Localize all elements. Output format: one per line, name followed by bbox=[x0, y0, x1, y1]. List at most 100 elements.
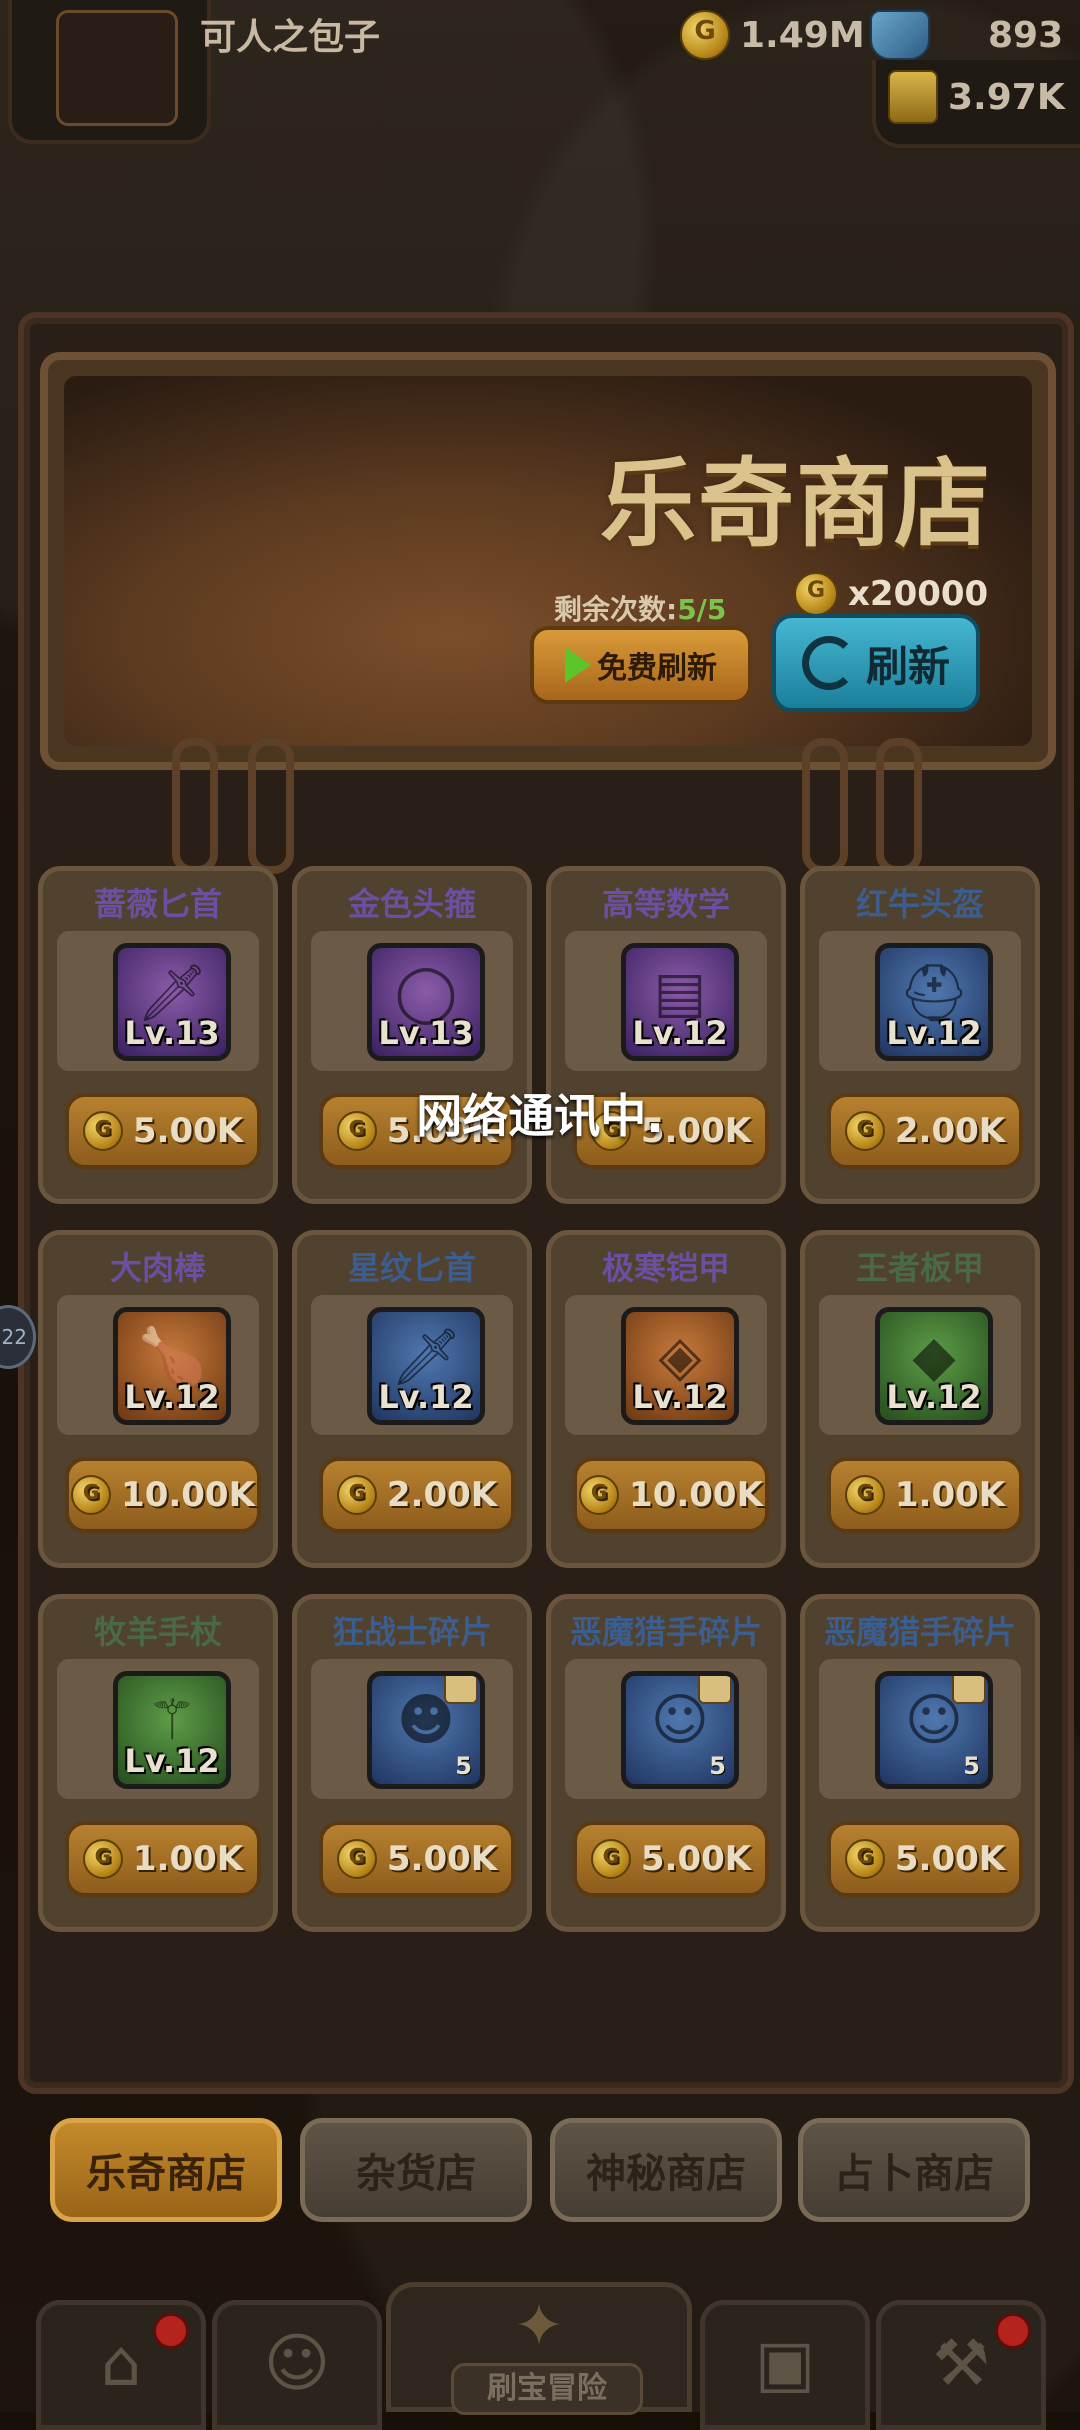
item-price: 5.00K bbox=[894, 1839, 1006, 1879]
item-name: 狂战士碎片 bbox=[331, 1613, 492, 1651]
tab-divination-shop[interactable]: 占卜商店 bbox=[798, 2118, 1030, 2222]
item-card[interactable]: 极寒铠甲 ◈ Lv.12 10.00K bbox=[546, 1230, 786, 1568]
item-slot: ⛑ Lv.12 bbox=[819, 931, 1021, 1071]
item-slot: 🗡 Lv.12 bbox=[311, 1295, 513, 1435]
demon-hunter-shard-icon[interactable]: ☺ 5 bbox=[621, 1671, 739, 1789]
item-price: 1.00K bbox=[894, 1475, 1006, 1515]
refresh-icon bbox=[801, 636, 856, 690]
buy-button[interactable]: 5.00K bbox=[573, 1821, 769, 1897]
chest-icon: ▣ bbox=[754, 2327, 816, 2401]
avatar-frame[interactable] bbox=[8, 0, 211, 144]
item-name: 红牛头盔 bbox=[855, 885, 984, 923]
item-card[interactable]: 高等数学 ▤ Lv.12 5.00K bbox=[546, 866, 786, 1204]
shard-count: 5 bbox=[963, 1752, 980, 1780]
item-card[interactable]: 大肉棒 🍗 Lv.12 10.00K bbox=[38, 1230, 278, 1568]
binder-ring bbox=[172, 738, 218, 874]
berserker-shard-icon[interactable]: ☻ 5 bbox=[367, 1671, 485, 1789]
circlet-icon[interactable]: ◯ Lv.13 bbox=[367, 943, 485, 1061]
item-name: 金色头箍 bbox=[347, 885, 476, 923]
network-toast: 网络通讯中. bbox=[416, 1089, 664, 1143]
bottom-nav: ⌂ ☺ ✦ 刷宝冒险 ▣ ⚒ bbox=[0, 2282, 1080, 2430]
scroll-counter: 3.97K bbox=[888, 70, 1065, 124]
gold-coin-icon bbox=[82, 1839, 123, 1879]
buy-button[interactable]: 5.00K bbox=[319, 1821, 515, 1897]
binder-ring bbox=[802, 738, 848, 874]
hero-icon: ☺ bbox=[263, 2327, 331, 2401]
gold-coin-icon bbox=[579, 1475, 620, 1515]
top-bar: 可人之包子 1.49M 893 3.97K bbox=[0, 0, 1080, 148]
free-refresh-button[interactable]: 免费刷新 bbox=[530, 626, 752, 704]
nav-forge[interactable]: ⚒ bbox=[876, 2300, 1046, 2430]
puzzle-piece-icon bbox=[698, 1676, 732, 1704]
gold-coin-icon bbox=[844, 1839, 885, 1879]
staff-icon[interactable]: ⚚ Lv.12 bbox=[113, 1671, 231, 1789]
avatar[interactable] bbox=[56, 10, 178, 126]
nav-shop[interactable]: ⌂ bbox=[36, 2300, 206, 2430]
item-card[interactable]: 狂战士碎片 ☻ 5 5.00K bbox=[292, 1594, 532, 1932]
item-level: Lv.12 bbox=[632, 1014, 728, 1052]
item-price: 5.00K bbox=[386, 1839, 498, 1879]
notification-dot bbox=[153, 2313, 189, 2349]
gold-coin-icon bbox=[71, 1475, 112, 1515]
item-price: 5.00K bbox=[640, 1839, 752, 1879]
item-price: 10.00K bbox=[629, 1475, 763, 1515]
refresh-remaining-value: 5/5 bbox=[677, 593, 727, 626]
item-card[interactable]: 牧羊手杖 ⚚ Lv.12 1.00K bbox=[38, 1594, 278, 1932]
item-level: Lv.13 bbox=[378, 1014, 474, 1052]
buy-button[interactable]: 1.00K bbox=[827, 1457, 1023, 1533]
buy-button[interactable]: 10.00K bbox=[65, 1457, 261, 1533]
item-card[interactable]: 王者板甲 ◆ Lv.12 1.00K bbox=[800, 1230, 1040, 1568]
refresh-cost: x20000 bbox=[794, 572, 988, 616]
item-name: 王者板甲 bbox=[855, 1249, 984, 1287]
buy-button[interactable]: 2.00K bbox=[319, 1457, 515, 1533]
item-name: 蔷薇匕首 bbox=[93, 885, 222, 923]
buy-button[interactable]: 1.00K bbox=[65, 1821, 261, 1897]
gem-value: 893 bbox=[988, 14, 1064, 56]
armor-icon[interactable]: ◈ Lv.12 bbox=[621, 1307, 739, 1425]
refresh-label: 刷新 bbox=[865, 641, 950, 691]
helmet-icon[interactable]: ⛑ Lv.12 bbox=[875, 943, 993, 1061]
gem-counter: 893 bbox=[870, 10, 1063, 60]
item-slot: 🍗 Lv.12 bbox=[57, 1295, 259, 1435]
item-card[interactable]: 恶魔猎手碎片 ☺ 5 5.00K bbox=[546, 1594, 786, 1932]
item-name: 大肉棒 bbox=[109, 1249, 206, 1287]
item-level: Lv.12 bbox=[124, 1742, 220, 1780]
buy-button[interactable]: 10.00K bbox=[573, 1457, 769, 1533]
item-slot: ⚚ Lv.12 bbox=[57, 1659, 259, 1799]
binder-ring bbox=[876, 738, 922, 874]
free-refresh-label: 免费刷新 bbox=[597, 651, 717, 686]
item-level: Lv.12 bbox=[886, 1014, 982, 1052]
item-slot: ☺ 5 bbox=[819, 1659, 1021, 1799]
nav-chest[interactable]: ▣ bbox=[700, 2300, 870, 2430]
nav-hero[interactable]: ☺ bbox=[212, 2300, 382, 2430]
item-card[interactable]: 蔷薇匕首 🗡 Lv.13 5.00K bbox=[38, 866, 278, 1204]
tab-leqi-shop[interactable]: 乐奇商店 bbox=[50, 2118, 282, 2222]
compass-icon: ✦ bbox=[513, 2291, 565, 2361]
item-level: Lv.12 bbox=[124, 1378, 220, 1416]
item-slot: ◆ Lv.12 bbox=[819, 1295, 1021, 1435]
dagger-icon[interactable]: 🗡 Lv.13 bbox=[113, 943, 231, 1061]
item-card[interactable]: 星纹匕首 🗡 Lv.12 2.00K bbox=[292, 1230, 532, 1568]
item-card[interactable]: 金色头箍 ◯ Lv.13 5.00K bbox=[292, 866, 532, 1204]
book-icon[interactable]: ▤ Lv.12 bbox=[621, 943, 739, 1061]
notification-dot bbox=[995, 2313, 1031, 2349]
refresh-button[interactable]: 刷新 bbox=[772, 614, 980, 712]
tab-mystery-shop[interactable]: 神秘商店 bbox=[550, 2118, 782, 2222]
item-card[interactable]: 红牛头盔 ⛑ Lv.12 2.00K bbox=[800, 866, 1040, 1204]
shard-count: 5 bbox=[455, 1752, 472, 1780]
item-level: Lv.12 bbox=[886, 1378, 982, 1416]
demon-hunter-shard-icon[interactable]: ☺ 5 bbox=[875, 1671, 993, 1789]
shard-count: 5 bbox=[709, 1752, 726, 1780]
buy-button[interactable]: 5.00K bbox=[827, 1821, 1023, 1897]
dagger-icon[interactable]: 🗡 Lv.12 bbox=[367, 1307, 485, 1425]
item-name: 恶魔猎手碎片 bbox=[569, 1613, 762, 1651]
meat-club-icon[interactable]: 🍗 Lv.12 bbox=[113, 1307, 231, 1425]
item-slot: ◯ Lv.13 bbox=[311, 931, 513, 1071]
plate-armor-icon[interactable]: ◆ Lv.12 bbox=[875, 1307, 993, 1425]
item-slot: ◈ Lv.12 bbox=[565, 1295, 767, 1435]
item-level: Lv.12 bbox=[378, 1378, 474, 1416]
gold-counter: 1.49M bbox=[680, 10, 865, 60]
nav-adventure[interactable]: ✦ 刷宝冒险 bbox=[386, 2282, 692, 2415]
tab-general-store[interactable]: 杂货店 bbox=[300, 2118, 532, 2222]
item-card[interactable]: 恶魔猎手碎片 ☺ 5 5.00K bbox=[800, 1594, 1040, 1932]
